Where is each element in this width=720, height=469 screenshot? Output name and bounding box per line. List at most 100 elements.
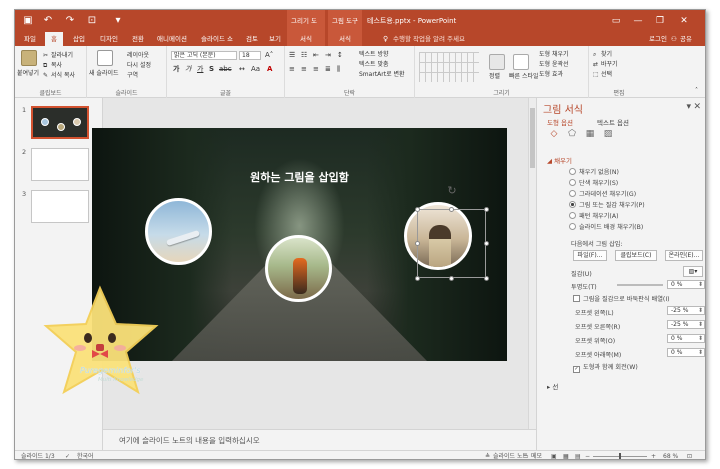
fill-option-none[interactable]: 채우기 없음(N) xyxy=(569,168,619,177)
clipboard-button[interactable]: 클립보드(C) xyxy=(615,250,657,261)
notes-pane[interactable]: 여기에 슬라이드 노트의 내용을 입력하십시오 xyxy=(103,429,536,450)
language-indicator[interactable]: 한국어 xyxy=(77,452,94,459)
justify-icon[interactable]: ≣ xyxy=(325,65,331,74)
underline-icon[interactable]: 가 xyxy=(197,65,203,74)
tab-insert[interactable]: 삽입 xyxy=(67,32,91,46)
save-icon[interactable]: ▣ xyxy=(21,14,35,28)
tab-view[interactable]: 보기 xyxy=(265,32,285,46)
shape-effects-button[interactable]: 도형 효과 xyxy=(539,70,563,79)
align-left-icon[interactable]: ≡ xyxy=(289,65,295,74)
file-button[interactable]: 파일(F)... xyxy=(573,250,607,261)
shapes-gallery[interactable] xyxy=(419,52,479,82)
pane-tab-text-options[interactable]: 텍스트 옵션 xyxy=(597,117,629,127)
ribbon-display-icon[interactable]: ▭ xyxy=(607,10,625,32)
tab-home[interactable]: 홈 xyxy=(45,32,63,46)
reset-button[interactable]: 다시 설정 xyxy=(127,61,151,70)
pane-options-icon[interactable]: ▾ xyxy=(686,102,691,112)
picture-icon[interactable]: ▨ xyxy=(603,129,613,139)
offset-left-spinner[interactable]: -25 % xyxy=(667,306,705,315)
bullets-icon[interactable]: ☰ xyxy=(289,51,295,60)
new-slide-button[interactable]: 새 슬라이드 xyxy=(89,69,119,78)
shadow-icon[interactable]: S xyxy=(209,65,214,74)
replace-button[interactable]: 바꾸기 xyxy=(601,60,618,69)
align-center-icon[interactable]: ≡ xyxy=(301,65,307,74)
spacing-icon[interactable]: ↔ xyxy=(239,65,245,74)
resize-handle-se[interactable] xyxy=(484,276,489,281)
decrease-indent-icon[interactable]: ⇤ xyxy=(313,51,319,60)
columns-icon[interactable]: ⫼ xyxy=(337,65,340,74)
fill-option-slide-background[interactable]: 슬라이드 배경 채우기(B) xyxy=(569,223,643,232)
fill-option-picture[interactable]: 그림 또는 질감 채우기(P) xyxy=(569,201,645,210)
font-color-icon[interactable]: A xyxy=(267,65,272,74)
zoom-level[interactable]: 68 % xyxy=(663,452,678,459)
slide-title[interactable]: 원하는 그림을 삽입함 xyxy=(92,169,507,185)
resize-handle-s[interactable] xyxy=(449,276,454,281)
fill-option-gradient[interactable]: 그라데이션 채우기(G) xyxy=(569,190,636,199)
thumbnail-slide-1[interactable] xyxy=(31,106,89,139)
text-direction-button[interactable]: 텍스트 방향 xyxy=(359,50,389,59)
pane-close-icon[interactable]: ✕ xyxy=(693,102,701,112)
select-button[interactable]: 선택 xyxy=(601,70,612,79)
transparency-slider[interactable] xyxy=(617,284,663,286)
tab-transitions[interactable]: 전환 xyxy=(127,32,149,46)
increase-indent-icon[interactable]: ⇥ xyxy=(325,51,331,60)
resize-handle-w[interactable] xyxy=(415,241,420,246)
line-section-header[interactable]: ▸ 선 xyxy=(547,381,558,391)
resize-handle-sw[interactable] xyxy=(415,276,420,281)
tab-format-picture[interactable]: 서식 xyxy=(328,32,362,46)
zoom-out-icon[interactable]: − xyxy=(585,452,590,459)
transparency-spinner[interactable]: 0 % xyxy=(667,280,705,289)
zoom-in-icon[interactable]: + xyxy=(651,452,656,459)
bold-icon[interactable]: 가 xyxy=(173,65,179,74)
resize-handle-ne[interactable] xyxy=(484,207,489,212)
font-name-combo[interactable]: 맑은 고딕 (본문) xyxy=(171,51,237,60)
tab-animations[interactable]: 애니메이션 xyxy=(152,32,192,46)
align-right-icon[interactable]: ≡ xyxy=(313,65,319,74)
customize-toolbar-icon[interactable]: ▾ xyxy=(111,14,125,28)
tab-format-drawing[interactable]: 서식 xyxy=(287,32,325,46)
collapse-ribbon-icon[interactable]: ˄ xyxy=(695,86,698,95)
picture-motorcycle[interactable] xyxy=(265,235,332,302)
restore-icon[interactable]: ❐ xyxy=(651,10,669,32)
font-size-combo[interactable]: 18 xyxy=(239,51,261,60)
numbering-icon[interactable]: ☷ xyxy=(301,51,307,60)
close-icon[interactable]: ✕ xyxy=(675,10,693,32)
tab-design[interactable]: 디자인 xyxy=(95,32,123,46)
rotate-with-shape-checkbox[interactable]: 도형과 함께 회전(W) xyxy=(573,362,638,373)
cut-button[interactable]: 잘라내기 xyxy=(51,51,73,60)
tile-checkbox[interactable]: 그림을 질감으로 바둑판식 배열(I) xyxy=(573,294,670,303)
fill-option-pattern[interactable]: 패턴 채우기(A) xyxy=(569,212,619,221)
tell-me-search[interactable]: 수행할 작업을 알려 주세요 xyxy=(393,32,465,46)
format-painter-button[interactable]: 서식 복사 xyxy=(51,71,75,80)
canvas-vertical-scrollbar[interactable] xyxy=(528,98,536,429)
section-button[interactable]: 구역 xyxy=(127,71,138,80)
login-link[interactable]: 로그인 xyxy=(649,32,667,46)
align-text-button[interactable]: 텍스트 맞춤 xyxy=(359,60,389,69)
reading-view-icon[interactable]: ▤ xyxy=(575,452,581,459)
strikethrough-icon[interactable]: abc xyxy=(219,65,232,74)
spell-check-icon[interactable]: ✓ xyxy=(65,452,70,459)
normal-view-icon[interactable]: ▣ xyxy=(551,452,557,459)
size-properties-icon[interactable]: ▦ xyxy=(585,129,595,139)
tab-review[interactable]: 검토 xyxy=(242,32,262,46)
fill-option-solid[interactable]: 단색 채우기(S) xyxy=(569,179,618,188)
paste-button[interactable]: 붙여넣기 xyxy=(17,69,39,78)
shape-outline-button[interactable]: 도형 윤곽선 xyxy=(539,60,569,69)
fill-section-header[interactable]: ◢ 채우기 xyxy=(547,155,572,165)
minimize-icon[interactable]: — xyxy=(629,10,647,32)
smartart-button[interactable]: SmartArt로 변환 xyxy=(359,70,405,79)
undo-icon[interactable]: ↶ xyxy=(41,14,55,28)
offset-right-spinner[interactable]: -25 % xyxy=(667,320,705,329)
redo-icon[interactable]: ↷ xyxy=(63,14,77,28)
offset-top-spinner[interactable]: 0 % xyxy=(667,334,705,343)
copy-button[interactable]: 복사 xyxy=(51,61,62,70)
picture-airplane[interactable] xyxy=(145,198,212,265)
zoom-slider-thumb[interactable] xyxy=(619,453,621,459)
tab-slideshow[interactable]: 슬라이드 쇼 xyxy=(195,32,239,46)
find-button[interactable]: 찾기 xyxy=(601,50,612,59)
arrange-button[interactable]: 정렬 xyxy=(489,72,500,81)
resize-handle-nw[interactable] xyxy=(415,207,420,212)
online-button[interactable]: 온라인(E)... xyxy=(665,250,703,261)
shape-fill-button[interactable]: 도형 채우기 xyxy=(539,50,569,59)
offset-bottom-spinner[interactable]: 0 % xyxy=(667,348,705,357)
